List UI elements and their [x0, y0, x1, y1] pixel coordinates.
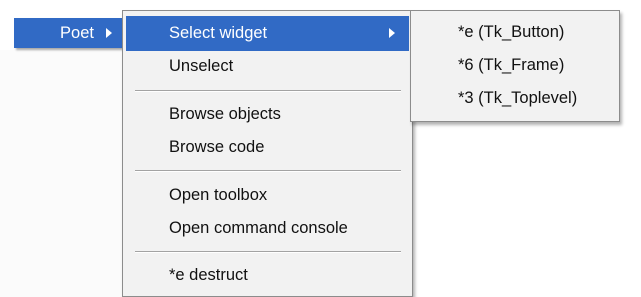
tk-button-label: *e (Tk_Button): [458, 23, 565, 41]
unselect-menu-item[interactable]: Unselect: [126, 49, 409, 84]
poet-menu-label: Poet: [60, 24, 94, 42]
tk-frame-label: *6 (Tk_Frame): [458, 56, 565, 74]
open-command-console-menu-item[interactable]: Open command console: [126, 211, 409, 246]
menu-separator: [135, 170, 401, 172]
background-panel: [0, 50, 122, 297]
select-widget-submenu: *e (Tk_Button) *6 (Tk_Frame) *3 (Tk_Topl…: [410, 10, 620, 122]
unselect-label: Unselect: [169, 57, 234, 75]
menu-separator: [135, 90, 401, 92]
tk-button-menu-item[interactable]: *e (Tk_Button): [414, 15, 616, 50]
open-command-console-label: Open command console: [169, 219, 348, 237]
tk-frame-menu-item[interactable]: *6 (Tk_Frame): [414, 48, 616, 83]
destruct-label: *e destruct: [169, 266, 248, 284]
chevron-right-icon: [389, 28, 395, 38]
menu-separator: [135, 251, 401, 253]
chevron-right-icon: [106, 28, 112, 38]
tk-toplevel-menu-item[interactable]: *3 (Tk_Toplevel): [414, 81, 616, 116]
browse-objects-label: Browse objects: [169, 105, 281, 123]
screenshot-stage: Poet Select widget Unselect Browse objec…: [0, 0, 641, 297]
select-widget-menu-item[interactable]: Select widget: [126, 16, 409, 51]
browse-code-label: Browse code: [169, 138, 265, 156]
browse-objects-menu-item[interactable]: Browse objects: [126, 97, 409, 132]
context-menu: Select widget Unselect Browse objects Br…: [122, 10, 413, 297]
open-toolbox-menu-item[interactable]: Open toolbox: [126, 178, 409, 213]
tk-toplevel-label: *3 (Tk_Toplevel): [458, 89, 578, 107]
open-toolbox-label: Open toolbox: [169, 186, 268, 204]
destruct-menu-item[interactable]: *e destruct: [126, 258, 409, 293]
poet-menu-item[interactable]: Poet: [14, 18, 124, 48]
select-widget-label: Select widget: [169, 24, 268, 42]
browse-code-menu-item[interactable]: Browse code: [126, 130, 409, 165]
